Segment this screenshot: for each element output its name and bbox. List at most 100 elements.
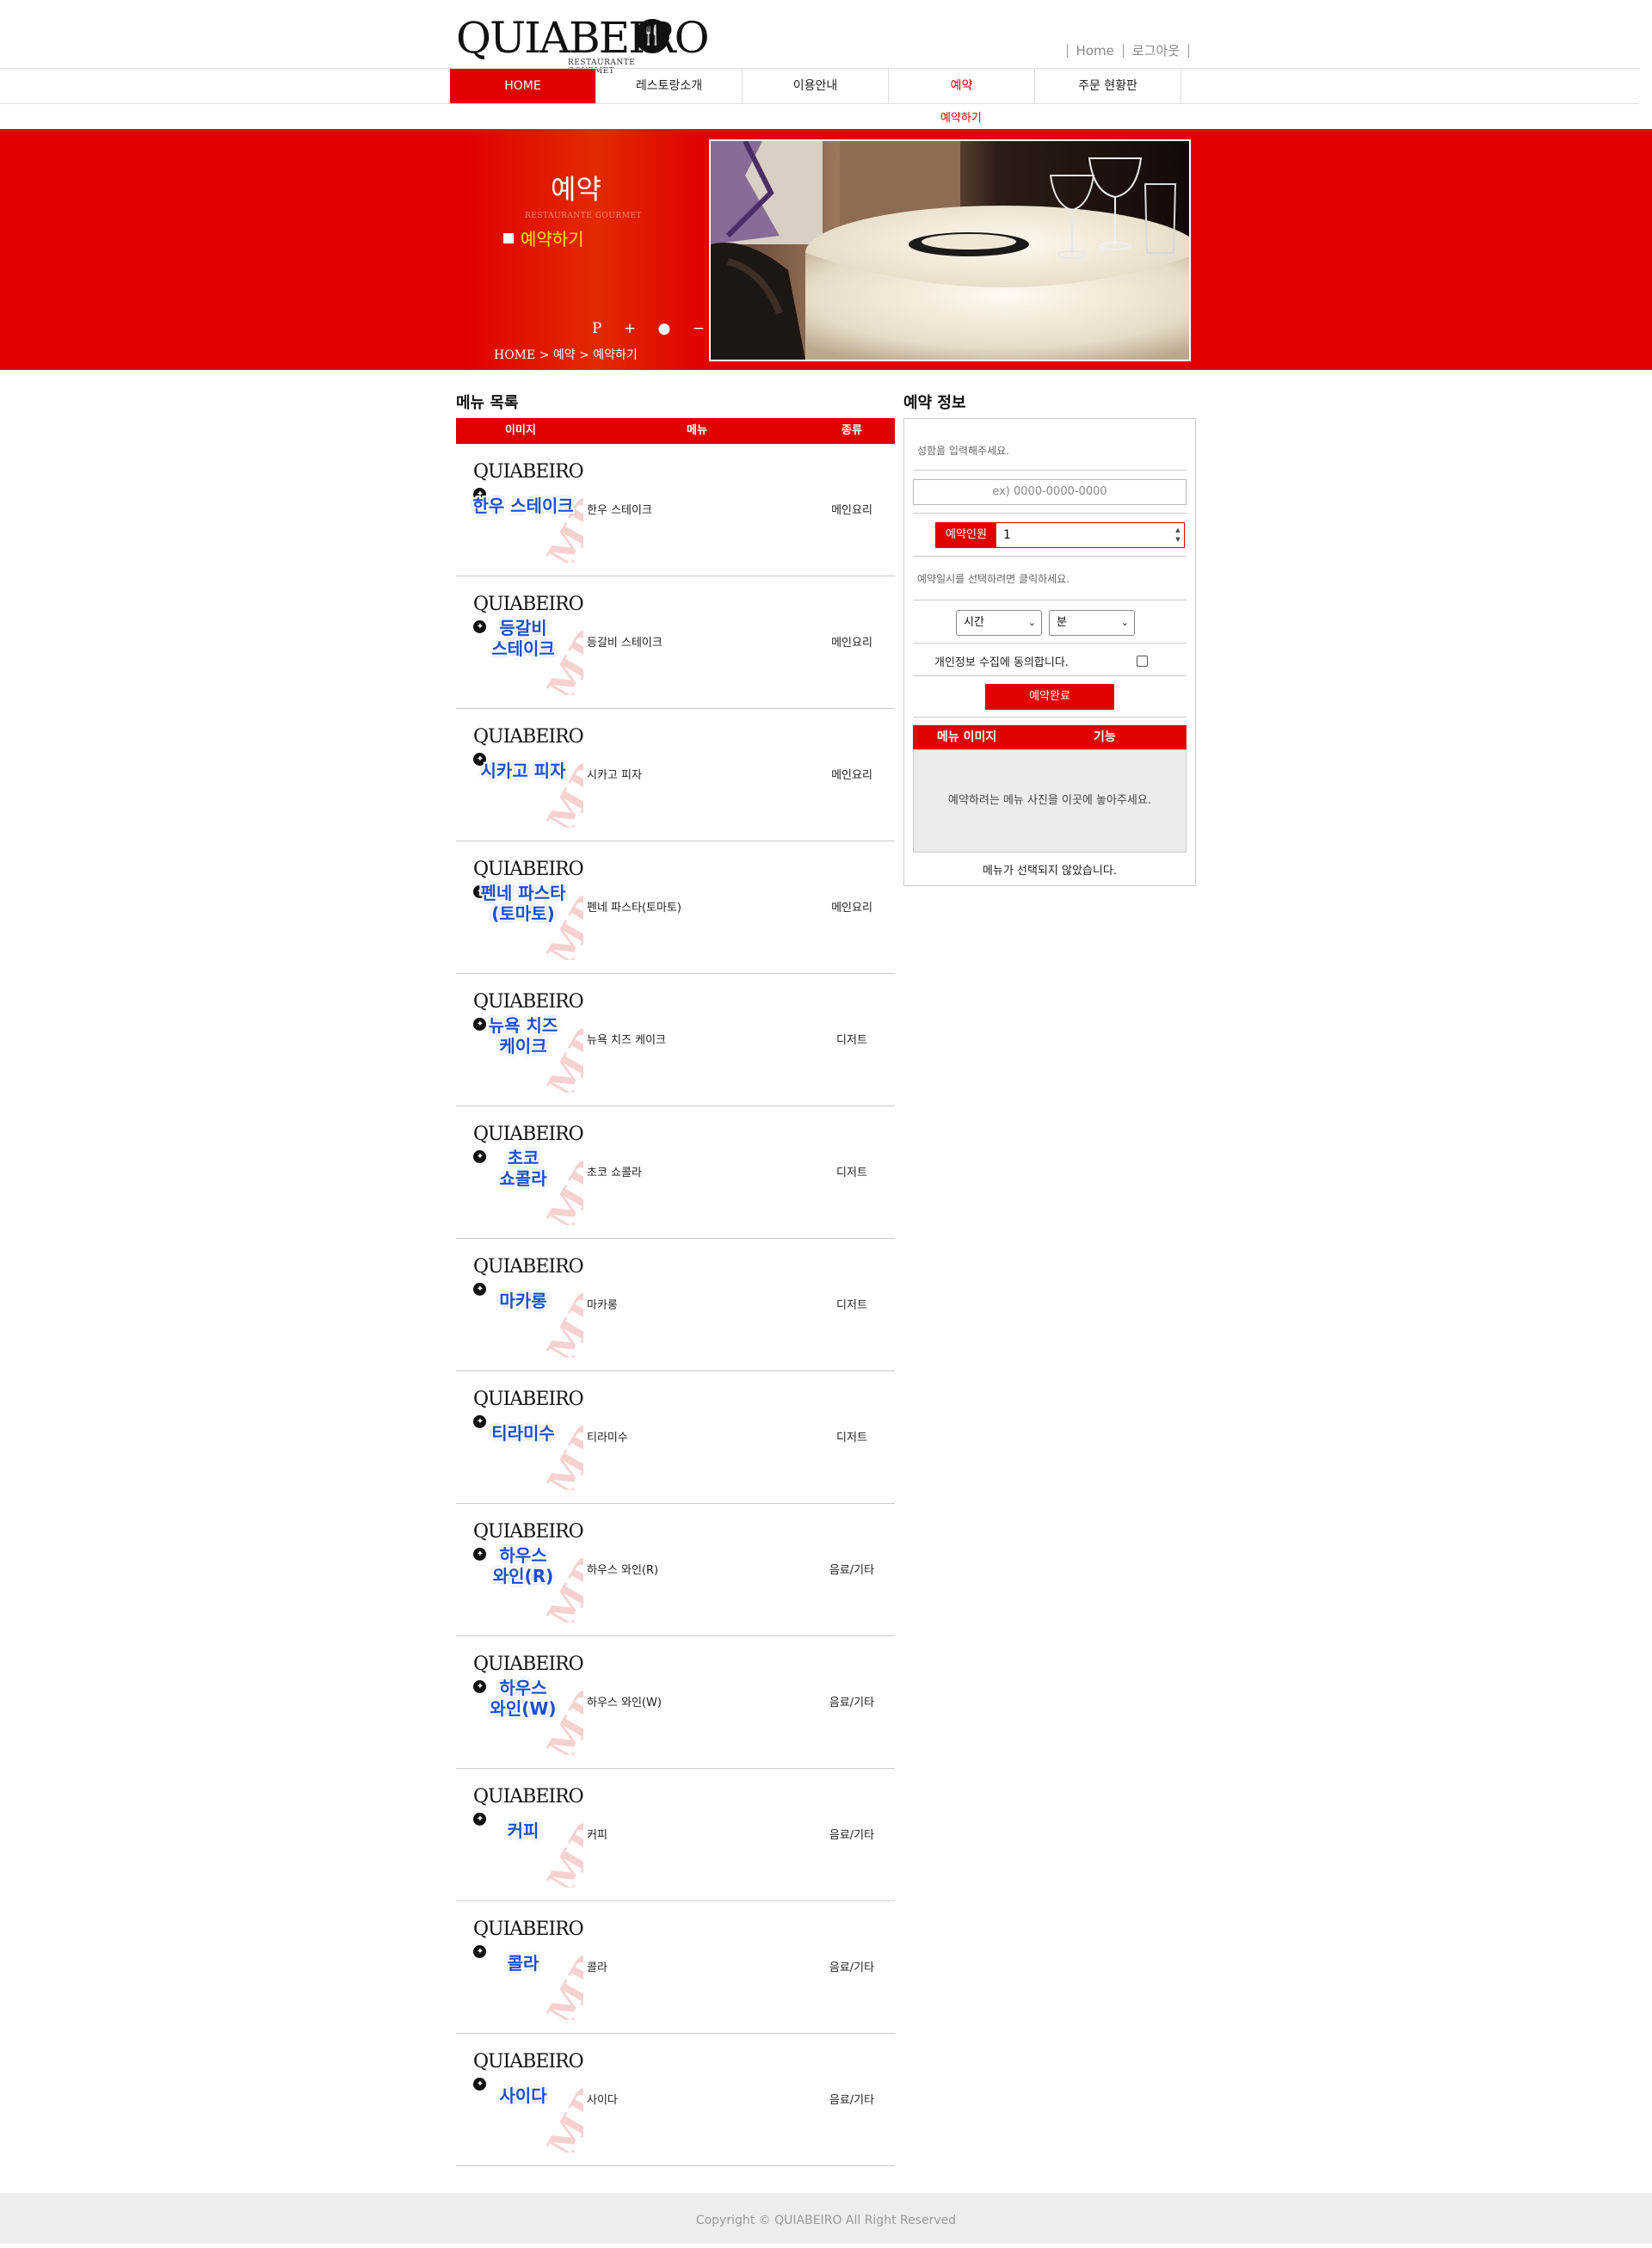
privacy-agree-label: 개인정보 수집에 동의합니다.: [934, 656, 1069, 669]
reservation-title: 예약 정보: [903, 394, 966, 412]
menu-row[interactable]: QUIABEIRO✦ SAMPLE 콜라 콜라 음료/기타: [456, 1901, 895, 2034]
spinner-arrows-icon[interactable]: ▲ ▼: [1174, 526, 1182, 545]
banner-item-label: 예약하기: [521, 229, 584, 249]
fork-knife-icon: 🍴: [635, 19, 669, 53]
menu-thumbnail[interactable]: QUIABEIRO✦ SAMPLE 펜네 파스타 (토마토): [463, 857, 583, 960]
menu-name: 등갈비 스테이크: [587, 637, 663, 650]
name-input[interactable]: 성함을 입력해주세요.: [917, 443, 1009, 458]
no-menu-selected-note: 메뉴가 선택되지 않았습니다.: [983, 865, 1117, 878]
menu-row[interactable]: QUIABEIRO✦ SAMPLE 뉴욕 치즈 케이크 뉴욕 치즈 케이크 디저트: [456, 974, 895, 1106]
menu-thumbnail[interactable]: QUIABEIRO✦ SAMPLE 뉴욕 치즈 케이크: [463, 989, 583, 1093]
thumbnail-menu-name: 하우스 와인(R): [492, 1545, 554, 1586]
chevron-down-icon: ⌄: [1027, 617, 1036, 628]
menu-thumbnail[interactable]: QUIABEIRO✦ SAMPLE 하우스 와인(R): [463, 1519, 583, 1623]
thumbnail-menu-name: 등갈비 스테이크: [491, 618, 555, 659]
divider: [913, 556, 1187, 557]
menu-row[interactable]: QUIABEIRO✦ SAMPLE 티라미수 티라미수 디저트: [456, 1371, 895, 1504]
menu-kind: 디저트: [836, 1432, 867, 1444]
divider: [913, 717, 1187, 718]
menu-row[interactable]: QUIABEIRO✦ SAMPLE 한우 스테이크 한우 스테이크 메인요리: [456, 444, 895, 576]
thumbnail-menu-name: 하우스 와인(W): [490, 1678, 557, 1719]
phone-input[interactable]: ex) 0000-0000-0000: [913, 479, 1187, 505]
menu-row[interactable]: QUIABEIRO✦ SAMPLE 초코 쇼콜라 초코 쇼콜라 디저트: [456, 1106, 895, 1239]
menu-name: 커피: [587, 1829, 607, 1842]
menu-name: 하우스 와인(R): [587, 1564, 659, 1577]
menu-name: 뉴욕 치즈 케이크: [587, 1034, 666, 1047]
menu-kind: 음료/기타: [829, 1697, 875, 1709]
nav-order-status[interactable]: 주문 현황판: [1035, 69, 1181, 103]
menu-table-header: 이미지 메뉴 종류: [456, 418, 895, 444]
menu-name: 사이다: [587, 2094, 618, 2107]
menu-thumbnail[interactable]: QUIABEIRO✦ SAMPLE 등갈비 스테이크: [463, 592, 583, 695]
menu-row[interactable]: QUIABEIRO✦ SAMPLE 시카고 피자 시카고 피자 메인요리: [456, 709, 895, 841]
menu-name: 한우 스테이크: [587, 504, 652, 517]
menu-thumbnail[interactable]: QUIABEIRO✦ SAMPLE 하우스 와인(W): [463, 1652, 583, 1755]
thumbnail-menu-name: 한우 스테이크: [472, 496, 574, 516]
site-logo[interactable]: QUIABEIRO 🍴 RESTAURANTE GOURMET: [456, 14, 710, 76]
menu-thumbnail[interactable]: QUIABEIRO✦ SAMPLE 한우 스테이크: [463, 459, 583, 563]
nav-restaurant-intro[interactable]: 레스토랑소개: [596, 69, 743, 103]
party-size-value[interactable]: 1: [1003, 523, 1011, 547]
party-size-stepper[interactable]: 예약인원 1 ▲ ▼: [935, 522, 1185, 548]
divider: [1122, 43, 1124, 58]
menu-thumbnail[interactable]: QUIABEIRO✦ SAMPLE 콜라: [463, 1917, 583, 2020]
thumbnail-menu-name: 시카고 피자: [480, 761, 566, 781]
menu-thumbnail[interactable]: QUIABEIRO✦ SAMPLE 티라미수: [463, 1387, 583, 1490]
banner-controls[interactable]: P + ● −: [592, 320, 713, 337]
divider: [913, 513, 1187, 514]
chevron-down-icon: ⌄: [1120, 617, 1129, 628]
nav-reservation[interactable]: 예약: [889, 69, 1035, 103]
date-picker-trigger[interactable]: 예약일시를 선택하려면 클릭하세요.: [917, 571, 1069, 586]
col-image: 이미지: [505, 424, 536, 437]
thumbnail-menu-name: 펜네 파스타 (토마토): [480, 883, 566, 924]
menu-thumbnail[interactable]: QUIABEIRO✦ SAMPLE 사이다: [463, 2049, 583, 2153]
party-size-label: 예약인원: [936, 523, 996, 547]
menu-thumbnail[interactable]: QUIABEIRO✦ SAMPLE 초코 쇼콜라: [463, 1122, 583, 1225]
menu-kind: 음료/기타: [829, 1564, 875, 1577]
minute-select[interactable]: 분 ⌄: [1049, 610, 1135, 636]
menu-kind: 메인요리: [831, 637, 872, 650]
col-menu: 메뉴: [687, 424, 707, 437]
menu-row[interactable]: QUIABEIRO✦ SAMPLE 커피 커피 음료/기타: [456, 1769, 895, 1901]
menu-name: 콜라: [587, 1962, 607, 1974]
reservation-panel: 성함을 입력해주세요. ex) 0000-0000-0000 예약인원 1 ▲ ▼…: [903, 418, 1196, 886]
logo-text: QUIABEIRO: [456, 13, 710, 63]
menu-rows: QUIABEIRO✦ SAMPLE 한우 스테이크 한우 스테이크 메인요리 QUIABE…: [456, 444, 895, 2166]
menu-row[interactable]: QUIABEIRO✦ SAMPLE 마카롱 마카롱 디저트: [456, 1239, 895, 1371]
menu-row[interactable]: QUIABEIRO✦ SAMPLE 하우스 와인(R) 하우스 와인(R) 음료/기타: [456, 1504, 895, 1636]
divider: [913, 470, 1187, 471]
nav-guide[interactable]: 이용안내: [743, 69, 889, 103]
menu-thumbnail[interactable]: QUIABEIRO✦ SAMPLE 마카롱: [463, 1254, 583, 1358]
reserve-submit-button[interactable]: 예약완료: [985, 684, 1114, 710]
thumbnail-menu-name: 티라미수: [491, 1423, 555, 1444]
nav-home[interactable]: HOME: [450, 69, 596, 103]
menu-thumbnail[interactable]: QUIABEIRO✦ SAMPLE 시카고 피자: [463, 724, 583, 828]
menu-name: 초코 쇼콜라: [587, 1167, 642, 1179]
menu-kind: 메인요리: [831, 769, 872, 782]
menu-row[interactable]: QUIABEIRO✦ SAMPLE 사이다 사이다 음료/기타: [456, 2034, 895, 2166]
hour-select[interactable]: 시간 ⌄: [956, 610, 1042, 636]
menu-image-dropzone[interactable]: 예약하려는 메뉴 사진을 이곳에 놓아주세요.: [913, 749, 1187, 853]
col-function: 기능: [1094, 730, 1116, 744]
thumbnail-menu-name: 콜라: [507, 1953, 539, 1974]
divider: [913, 675, 1187, 676]
menu-row[interactable]: QUIABEIRO✦ SAMPLE 등갈비 스테이크 등갈비 스테이크 메인요리: [456, 576, 895, 709]
thumbnail-menu-name: 마카롱: [499, 1290, 547, 1311]
menu-kind: 메인요리: [831, 902, 872, 915]
home-link[interactable]: Home: [1076, 43, 1114, 59]
privacy-agree-checkbox[interactable]: [1137, 656, 1148, 667]
thumbnail-menu-name: 커피: [507, 1820, 539, 1841]
banner-title: 예약: [551, 173, 601, 206]
banner-subtitle: RESTAURANTE GOURMET: [525, 212, 642, 220]
menu-row[interactable]: QUIABEIRO✦ SAMPLE 하우스 와인(W) 하우스 와인(W) 음료/기타: [456, 1636, 895, 1769]
menu-list-title: 메뉴 목록: [456, 394, 519, 412]
nav-bottom-border: [0, 103, 1639, 104]
logout-link[interactable]: 로그아웃: [1132, 41, 1180, 59]
main-nav: HOME 레스토랑소개 이용안내 예약 주문 현황판: [450, 69, 1181, 103]
breadcrumb: HOME > 예약 > 예약하기: [494, 348, 638, 362]
menu-row[interactable]: QUIABEIRO✦ SAMPLE 펜네 파스타 (토마토) 펜네 파스타(토마토) 메인…: [456, 841, 895, 974]
subnav-reserve[interactable]: 예약하기: [940, 108, 982, 125]
square-bullet-icon: [503, 232, 514, 243]
thumbnail-menu-name: 초코 쇼콜라: [499, 1148, 547, 1189]
menu-thumbnail[interactable]: QUIABEIRO✦ SAMPLE 커피: [463, 1784, 583, 1888]
